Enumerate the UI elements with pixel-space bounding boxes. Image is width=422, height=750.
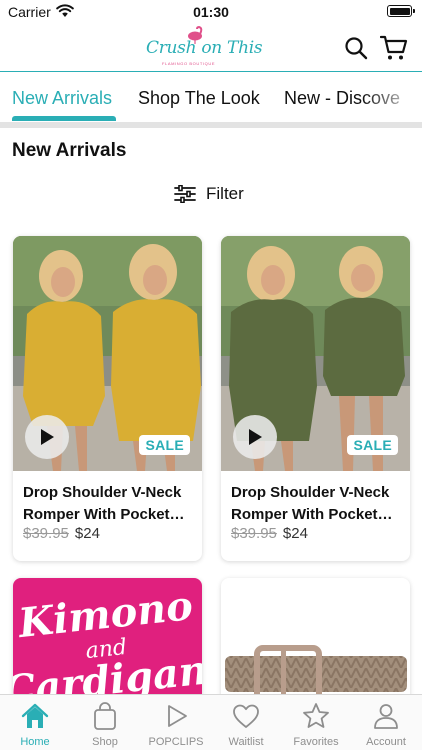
tabs-divider: [0, 122, 422, 128]
product-card[interactable]: [221, 578, 410, 708]
status-bar: Carrier 01:30: [0, 0, 422, 24]
tab-shop-the-look[interactable]: Shop The Look: [138, 88, 260, 109]
sale-price: $24: [282, 525, 308, 542]
star-icon: [303, 703, 329, 728]
sale-badge: SALE: [139, 435, 190, 455]
bottom-tab-bar: Home Shop POPCLIPS Waitlist Favorites Ac…: [0, 694, 422, 750]
promo-graphic: Kimono and Cardigan: [13, 582, 202, 708]
user-icon: [374, 704, 398, 729]
nav-label: Home: [20, 736, 50, 748]
search-icon: [345, 37, 368, 60]
nav-popclips[interactable]: POPCLIPS: [141, 701, 211, 750]
clock: 01:30: [193, 4, 229, 20]
promo-card[interactable]: Kimono and Cardigan: [13, 578, 202, 708]
tabs-fade: [362, 74, 422, 122]
product-price: $39.95 $24: [23, 525, 100, 542]
shopping-bag-icon: [94, 702, 116, 730]
product-price: $39.95 $24: [231, 525, 308, 542]
app-screen: Carrier 01:30 Crush on This FLAMINGO BOU…: [0, 0, 422, 750]
nav-label: Waitlist: [228, 736, 264, 748]
play-icon: [168, 705, 187, 727]
tab-new-arrivals[interactable]: New Arrivals: [12, 88, 112, 109]
product-title[interactable]: Drop Shoulder V-Neck Romper With Pocket…: [23, 482, 195, 526]
filter-button[interactable]: Filter: [174, 182, 244, 206]
product-image[interactable]: SALE: [13, 236, 202, 471]
play-icon: [41, 429, 54, 445]
heart-icon: [233, 704, 259, 728]
filter-sliders-icon: [174, 185, 196, 203]
logo-subtext: FLAMINGO BOUTIQUE: [162, 61, 216, 66]
nav-home[interactable]: Home: [0, 701, 70, 750]
cart-button[interactable]: [380, 34, 408, 62]
battery-icon: [387, 5, 415, 17]
sale-badge: SALE: [347, 435, 398, 455]
nav-account[interactable]: Account: [351, 701, 421, 750]
sale-price: $24: [74, 525, 100, 542]
play-video-button[interactable]: [25, 415, 69, 459]
nav-shop[interactable]: Shop: [70, 701, 140, 750]
nav-favorites[interactable]: Favorites: [281, 701, 351, 750]
nav-label: Account: [366, 736, 406, 748]
search-button[interactable]: [342, 34, 370, 62]
active-tab-indicator: [12, 116, 116, 121]
nav-label: Shop: [92, 736, 118, 748]
cart-icon: [380, 35, 408, 60]
app-header: Crush on This FLAMINGO BOUTIQUE: [0, 24, 422, 72]
nav-waitlist[interactable]: Waitlist: [211, 701, 281, 750]
product-card[interactable]: SALE Drop Shoulder V-Neck Romper With Po…: [221, 236, 410, 561]
filter-label: Filter: [206, 184, 244, 203]
home-icon: [21, 703, 49, 728]
nav-label: POPCLIPS: [148, 736, 204, 748]
original-price: $39.95: [23, 525, 69, 542]
product-card[interactable]: SALE Drop Shoulder V-Neck Romper With Po…: [13, 236, 202, 561]
logo-text: Crush on This: [146, 38, 263, 58]
play-icon: [249, 429, 262, 445]
belt-photo: [225, 645, 407, 703]
nav-label: Favorites: [293, 736, 339, 748]
page-title: New Arrivals: [12, 140, 127, 161]
original-price: $39.95: [231, 525, 277, 542]
play-video-button[interactable]: [233, 415, 277, 459]
brand-logo[interactable]: Crush on This FLAMINGO BOUTIQUE: [140, 26, 263, 70]
category-tabs: New Arrivals Shop The Look New - Discove: [0, 74, 422, 124]
product-image[interactable]: SALE: [221, 236, 410, 471]
product-title[interactable]: Drop Shoulder V-Neck Romper With Pocket…: [231, 482, 403, 526]
